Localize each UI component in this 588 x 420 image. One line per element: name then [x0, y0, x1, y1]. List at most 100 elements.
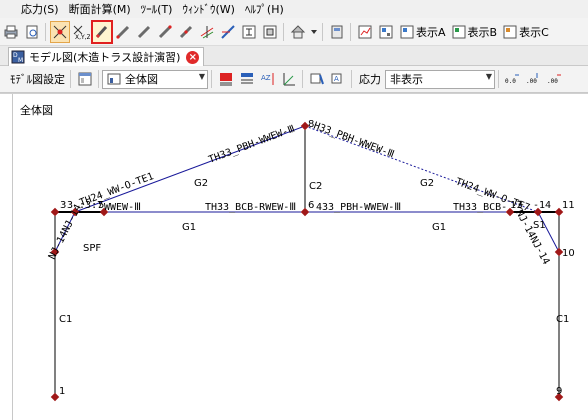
toolbar-separator [351, 70, 352, 88]
member-tool3-icon[interactable] [155, 21, 175, 43]
grid-view-icon[interactable] [376, 21, 396, 43]
label-section-right-beam: TH33_BCB- [453, 202, 507, 213]
node-label-10: 10 [562, 248, 575, 259]
menu-bar: 応力(S) 断面計算(M) ﾂｰﾙ(T) ｳｨﾝﾄﾞｳ(W) ﾍﾙﾌﾟ(H) [0, 0, 588, 18]
model-doc-icon: DM [11, 50, 25, 64]
toolbar-separator [498, 70, 499, 88]
svg-text:.00: .00 [547, 78, 558, 85]
print-icon[interactable] [1, 21, 21, 43]
truss-model: 1 9 3 6 8 10 11 13 5 C1 C1 C2 G1 G1 G2 G… [47, 119, 575, 402]
display-b-button[interactable]: 表示B [450, 21, 500, 43]
toolbar-separator [45, 22, 46, 41]
section-i-icon[interactable] [239, 21, 259, 43]
svg-text:X,Y,Z: X,Y,Z [75, 34, 90, 40]
svg-text:M: M [18, 57, 23, 64]
toolbar-separator [211, 70, 212, 88]
view-frame-icon [107, 73, 121, 85]
tab-model-view[interactable]: DM モデル図(木造トラス設計演習) × [8, 47, 204, 66]
member-tool4-icon[interactable] [176, 21, 196, 43]
stress-select[interactable]: 非表示 ▼ [385, 69, 495, 89]
label-g1-left: G1 [182, 222, 196, 233]
stress-label: 応力 [359, 73, 381, 86]
svg-text:0.0: 0.0 [505, 78, 516, 85]
decimal-icon[interactable]: 0.0 [503, 68, 523, 90]
label-g2-left: G2 [194, 178, 208, 189]
label-spf: SPF [83, 243, 101, 254]
node-tool-icon[interactable] [50, 20, 70, 43]
label-c1-left: C1 [59, 314, 72, 325]
view-toolbar: ﾓﾃﾞﾙ図設定 全体図 ▼ AZ A 応力 非表示 ▼ 0.0 .00 .00 [0, 66, 588, 93]
node-1 [50, 392, 60, 402]
node-label-9: 9 [556, 386, 562, 397]
view-select-value: 全体図 [125, 73, 158, 86]
model-canvas[interactable]: 全体図 1 9 3 6 8 10 11 13 5 C1 C1 C2 G1 G1 … [0, 93, 588, 420]
label-section-mid-beam: TH33_BCB-RWEW-Ⅲ [205, 202, 296, 213]
toolbar-separator [322, 22, 323, 41]
tag-tool-icon[interactable] [307, 68, 327, 90]
tab-title: モデル図(木造トラス設計演習) [29, 51, 181, 64]
member-tool-icon[interactable] [113, 21, 133, 43]
label-left-frag: 3 :3:7 [67, 200, 103, 211]
model-settings-button[interactable]: ﾓﾃﾞﾙ図設定 [8, 68, 67, 90]
toolbar-separator [98, 70, 99, 88]
label-section-top-left: TH33_PBH-WWEW-Ⅲ [207, 124, 296, 166]
member-tool2-icon[interactable] [134, 21, 154, 43]
display-a-label: 表示A [416, 25, 446, 39]
label-section-mid-beam2: 433_PBH-WWEW-Ⅲ [316, 202, 401, 213]
view-select[interactable]: 全体図 ▼ [102, 69, 208, 89]
calc-icon[interactable] [327, 21, 347, 43]
decimal-decrease-icon[interactable]: .00 [545, 68, 565, 90]
list-display-icon[interactable] [237, 68, 257, 90]
menu-window[interactable]: ｳｨﾝﾄﾞｳ(W) [179, 1, 237, 17]
section-box-icon[interactable] [260, 21, 280, 43]
tag-tool2-icon[interactable]: A [328, 68, 348, 90]
menu-stress[interactable]: 応力(S) [18, 1, 62, 17]
pen-edit-icon[interactable] [91, 19, 113, 44]
toolbar-separator [302, 70, 303, 88]
svg-text:.00: .00 [526, 78, 537, 85]
toolbar-separator [350, 22, 351, 41]
display-c-button[interactable]: 表示C [501, 21, 551, 43]
decimal-increase-icon[interactable]: .00 [524, 68, 544, 90]
print-preview-icon[interactable] [22, 21, 42, 43]
diagonal-tool-icon[interactable] [218, 21, 238, 43]
chart-icon[interactable] [355, 21, 375, 43]
toolbar-separator [283, 22, 284, 41]
close-icon[interactable]: × [186, 50, 200, 64]
svg-text:AZ: AZ [261, 74, 271, 82]
label-g1-right: G1 [432, 222, 446, 233]
load-tool-icon[interactable] [197, 21, 217, 43]
node-xyz-icon[interactable]: X,Y,Z [71, 21, 91, 43]
label-c2: C2 [309, 181, 322, 192]
chevron-down-icon: ▼ [485, 71, 492, 81]
node-3 [50, 207, 60, 217]
node-label-11: 11 [562, 200, 575, 211]
label-section-left-beam: WWEW-Ⅲ [104, 202, 141, 213]
node-label-6: 6 [308, 200, 314, 211]
document-tabbar: DM モデル図(木造トラス設計演習) × [0, 46, 588, 66]
label-right-frag: -14 [533, 200, 551, 211]
label-c1-right: C1 [556, 314, 569, 325]
label-section-top-right: H33_PBH-WWEW-Ⅲ [312, 120, 396, 160]
toolbar-separator [70, 70, 71, 88]
layout-icon[interactable] [75, 68, 95, 90]
chevron-down-icon: ▼ [198, 71, 205, 81]
display-a-button[interactable]: 表示A [398, 21, 448, 43]
label-section-right-brace: NJ-14NJ-14 [513, 208, 551, 266]
axis-icon[interactable] [279, 68, 299, 90]
dropdown-arrow-icon[interactable] [309, 21, 319, 43]
main-toolbar: X,Y,Z 表示A 表示B 表示C [0, 18, 588, 46]
stress-select-value: 非表示 [390, 73, 423, 86]
sort-az-icon[interactable]: AZ [258, 68, 278, 90]
svg-text:A: A [334, 75, 339, 83]
menu-section-calc[interactable]: 断面計算(M) [66, 1, 134, 17]
house-tool-icon[interactable] [288, 21, 308, 43]
node-label-3: 3 [60, 200, 66, 211]
menu-tools[interactable]: ﾂｰﾙ(T) [138, 1, 176, 17]
display-b-label: 表示B [467, 25, 498, 39]
display-c-label: 表示C [519, 25, 549, 39]
menu-help[interactable]: ﾍﾙﾌﾟ(H) [242, 1, 287, 17]
color-display-icon[interactable] [216, 68, 236, 90]
node-label-1: 1 [59, 386, 65, 397]
label-g2-right: G2 [420, 178, 434, 189]
